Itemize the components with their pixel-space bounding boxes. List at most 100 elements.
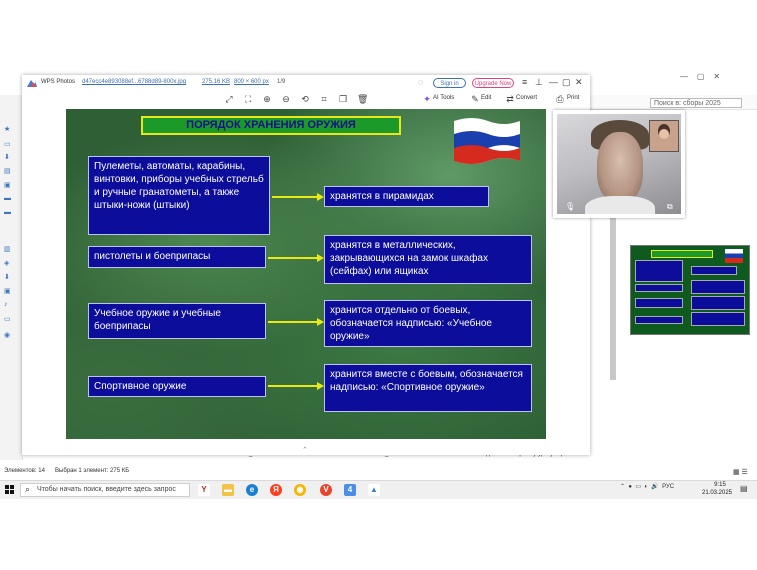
download-icon[interactable]: ⬇	[4, 273, 16, 281]
slide-image: ПОРЯДОК ХРАНЕНИЯ ОРУЖИЯ Пулеметы, автома…	[66, 109, 546, 439]
vivaldi-icon[interactable]: V	[320, 484, 332, 496]
clock-time[interactable]: 9:15	[705, 482, 735, 488]
pip-face	[659, 129, 669, 139]
edit-icon[interactable]: ✎	[470, 94, 480, 104]
system-tray[interactable]: ⌃ ● ▭ ◐ 🔊 РУС	[620, 483, 674, 490]
thumb-box	[691, 266, 737, 275]
wps-icon[interactable]: 4	[344, 484, 356, 496]
thumb-box	[691, 312, 745, 326]
thumb-title	[651, 250, 713, 258]
sign-in-button[interactable]: Sign in	[433, 78, 466, 88]
arrow	[268, 385, 318, 387]
notification-icon[interactable]: ▤	[740, 484, 748, 493]
webcam-feed: 🎙 ⧉	[557, 114, 681, 214]
taskbar-search-input[interactable]: Чтобы начать поиск, введите здесь запрос	[20, 483, 190, 497]
folder-icon[interactable]: ▬	[4, 209, 16, 216]
ai-tools-icon[interactable]: ✦	[422, 94, 432, 104]
convert-icon[interactable]: ⇄	[505, 94, 515, 104]
explorer-preview-thumbnail[interactable]	[630, 245, 750, 335]
storage-item-box: Пулеметы, автоматы, карабины, винтовки, …	[88, 156, 270, 235]
folder-icon[interactable]: ▬	[4, 195, 16, 202]
status-selected: Выбран 1 элемент: 275 КБ	[55, 468, 130, 474]
drive-icon[interactable]: ▭	[4, 315, 16, 323]
pin-icon[interactable]: ⊥	[535, 77, 543, 88]
user-icon[interactable]: ◌	[418, 77, 423, 87]
maximize-icon[interactable]: ▢	[562, 77, 571, 88]
print-button[interactable]: Print	[567, 95, 579, 101]
webcam-overlay[interactable]: 🎙 ⧉	[553, 110, 685, 218]
windows-start-icon[interactable]	[5, 485, 14, 494]
storage-rule-box: хранятся в металлических, закрывающихся …	[324, 235, 532, 284]
arrow-head	[317, 382, 324, 390]
yandex-browser-icon[interactable]: Я	[270, 484, 282, 496]
thumb-box	[635, 284, 683, 292]
document-icon[interactable]: ▤	[4, 167, 16, 175]
download-icon[interactable]: ⬇	[4, 153, 16, 161]
arrow-head	[317, 193, 324, 201]
thumb-flag	[725, 249, 743, 263]
close-icon[interactable]: ✕	[575, 77, 583, 88]
explorer-icon[interactable]: ▬	[222, 484, 234, 496]
russian-flag	[454, 118, 520, 164]
fit-window-icon[interactable]: ⛶	[243, 94, 253, 104]
zoom-in-icon[interactable]: ⊕	[262, 94, 272, 104]
cube-icon[interactable]: ◈	[4, 259, 16, 267]
menu-icon[interactable]: ≡	[522, 77, 527, 87]
network-icon[interactable]: ◉	[4, 331, 16, 339]
upgrade-button[interactable]: Upgrade Now	[472, 78, 514, 88]
microphone-icon[interactable]: 🎙	[565, 202, 575, 212]
view-toggle-icon[interactable]: ▦ ☰	[733, 468, 748, 476]
explorer-search-input[interactable]: Поиск в: сборы 2025	[650, 98, 742, 108]
storage-item-box: Спортивное оружие	[88, 376, 266, 397]
chrome-icon[interactable]: ◉	[294, 484, 306, 496]
computer-icon[interactable]: ▥	[4, 245, 16, 253]
photo-viewer-window: WPS Photos d47ecc4e893088ef...6788d89-80…	[22, 75, 590, 455]
viewer-toolbar: ⤢ ⛶ ⊕ ⊖ ⟲ ⌗ ❐ 🗑 ✦ AI Tools ✎ Edit ⇄ Conv…	[22, 91, 590, 107]
screen-share-icon[interactable]: ⧉	[667, 202, 677, 211]
fullscreen-icon[interactable]: ⤢	[224, 94, 234, 104]
rotate-icon[interactable]: ⟲	[300, 94, 310, 104]
ai-tools-button[interactable]: AI Tools	[433, 95, 454, 101]
convert-button[interactable]: Convert	[516, 95, 537, 101]
app-name: WPS Photos	[41, 79, 76, 85]
crop-icon[interactable]: ⌗	[319, 94, 329, 104]
viewer-titlebar: WPS Photos d47ecc4e893088ef...6788d89-80…	[22, 75, 590, 91]
edit-button[interactable]: Edit	[481, 95, 491, 101]
taskbar: Чтобы начать поиск, введите здесь запрос…	[0, 480, 757, 499]
thumb-box	[635, 298, 683, 308]
explorer-window-controls[interactable]: — ▢ ✕	[680, 72, 720, 81]
desktop-icon[interactable]: ▭	[4, 140, 16, 148]
arrow	[268, 257, 318, 259]
music-icon[interactable]: ♪	[4, 301, 16, 308]
clock-date[interactable]: 21.03.2025	[697, 490, 737, 496]
thumb-box	[635, 260, 683, 282]
person-face	[597, 132, 643, 202]
language-indicator[interactable]: РУС	[662, 484, 674, 490]
thumb-box	[691, 296, 745, 310]
minimize-icon[interactable]: —	[549, 77, 558, 87]
explorer-nav-pane: ★ ▭ ⬇ ▤ ▣ ▬ ▬ ▥ ◈ ⬇ ▣ ♪ ▭ ◉	[0, 95, 23, 460]
edge-icon[interactable]: e	[246, 484, 258, 496]
image-icon[interactable]: ▣	[4, 287, 16, 295]
image-icon[interactable]: ▣	[4, 181, 16, 189]
star-icon[interactable]: ★	[4, 125, 16, 133]
arrow	[272, 196, 318, 198]
search-icon: ⌕	[25, 484, 31, 494]
file-dimensions-link[interactable]: 800 × 600 px	[234, 79, 269, 85]
slide-title: ПОРЯДОК ХРАНЕНИЯ ОРУЖИЯ	[141, 116, 401, 135]
chevron-up-icon[interactable]: ⌃	[302, 446, 308, 454]
file-size-link[interactable]: 275.16 KB	[202, 79, 230, 85]
thumb-box	[635, 316, 683, 324]
copy-icon[interactable]: ❐	[338, 94, 348, 104]
file-name-link[interactable]: d47ecc4e893088ef...6788d89-800x.jpg	[82, 79, 186, 85]
storage-rule-box: хранится отдельно от боевых, обозначаетс…	[324, 300, 532, 347]
delete-icon[interactable]: 🗑	[357, 94, 368, 104]
print-icon[interactable]: ⎙	[555, 94, 565, 104]
storage-item-box: Учебное оружие и учебные боеприпасы	[88, 303, 266, 339]
person-shirt	[585, 196, 655, 214]
image-canvas[interactable]: ПОРЯДОК ХРАНЕНИЯ ОРУЖИЯ Пулеметы, автома…	[22, 107, 590, 455]
yandex-icon[interactable]: Y	[198, 484, 210, 496]
arrow	[268, 321, 318, 323]
wps-photos-taskbar-icon[interactable]: ▲	[368, 484, 380, 496]
zoom-out-icon[interactable]: ⊖	[281, 94, 291, 104]
